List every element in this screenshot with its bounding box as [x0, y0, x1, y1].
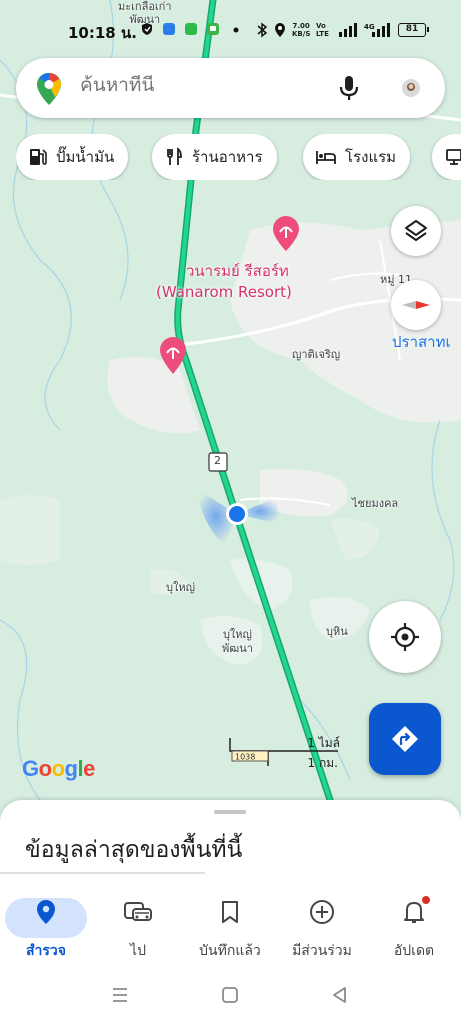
system-navigation-bar — [0, 970, 461, 1024]
map-label-chaimongkol: ไชยมงคล — [352, 497, 399, 510]
sheet-drag-handle[interactable] — [214, 810, 246, 814]
bluetooth-icon — [257, 22, 268, 38]
nav-label-go: ไป — [130, 943, 146, 959]
more-category-icon — [446, 149, 461, 165]
poi-label-resort-thai[interactable]: วนารมย์ รีสอร์ท — [186, 262, 289, 281]
my-location-icon — [391, 623, 419, 651]
recent-apps-icon[interactable] — [110, 986, 130, 1004]
dot-icon — [233, 27, 239, 33]
account-avatar[interactable] — [402, 79, 420, 97]
nav-label-contribute: มีส่วนร่วม — [292, 943, 352, 959]
search-input[interactable] — [80, 75, 320, 97]
google-logo: Google — [22, 756, 95, 781]
scale-miles: 1 ไมล์ — [307, 736, 340, 750]
location-status-icon — [275, 23, 285, 37]
status-time: 10:18 น. — [68, 24, 137, 42]
chip-gas-station[interactable]: ปั๊มน้ำมัน — [16, 134, 129, 180]
volte-indicator: Vo LTE — [316, 22, 329, 38]
sheet-divider — [0, 872, 205, 874]
chip-label: โรงแรม — [345, 148, 397, 166]
layers-icon — [405, 220, 427, 241]
route-shield-label: 1038 — [235, 753, 255, 762]
app-notification-icon — [163, 23, 175, 35]
road-shield-label: 2 — [214, 454, 221, 467]
nav-updates[interactable]: อัปเดต — [368, 892, 460, 966]
nav-label-saved: บันทึกแล้ว — [199, 943, 261, 959]
chip-label: ร้านอาหาร — [192, 148, 263, 166]
battery-icon: 81 — [398, 23, 429, 37]
google-maps-logo-icon — [37, 73, 61, 105]
nav-saved[interactable]: บันทึกแล้ว — [184, 892, 276, 966]
map-label-buyai: บุใหญ่ — [166, 581, 195, 594]
home-icon[interactable] — [220, 986, 240, 1004]
shield-icon — [142, 23, 152, 35]
bottom-navigation: สำรวจ ไป บันทึกแล้ว มีส่วนร่วม อัปเดต — [0, 886, 461, 970]
chip-more[interactable] — [432, 134, 461, 180]
chip-hotel[interactable]: โรงแรม — [303, 134, 411, 180]
go-car-icon — [124, 902, 152, 921]
back-icon[interactable] — [330, 986, 350, 1004]
bell-icon — [404, 902, 424, 923]
gas-station-icon — [30, 149, 47, 165]
scale-bar: 1038 1 ไมล์ 1 กม. — [228, 734, 340, 770]
contribute-plus-icon — [310, 900, 334, 924]
svg-text:4G: 4G — [364, 23, 375, 31]
poi-label-resort-en[interactable]: (Wanarom Resort) — [156, 283, 292, 302]
restaurant-icon — [167, 147, 182, 165]
map-label-prasat[interactable]: ปราสาทเ — [392, 330, 451, 354]
map-label-buhin: บุหิน — [326, 625, 348, 638]
map-label-yatijaroen: ญาติเจริญ — [292, 348, 341, 361]
line-app-icon — [185, 23, 197, 35]
map-label-buyai-pattana: บุใหญ่ พัฒนา — [222, 628, 253, 655]
profile-avatar-icon — [402, 79, 420, 97]
chip-restaurant[interactable]: ร้านอาหาร — [152, 134, 277, 180]
bottom-sheet[interactable]: ข้อมูลล่าสุดของพื้นที่นี้ — [0, 800, 461, 890]
category-chips: ปั๊มน้ำมัน ร้านอาหาร โรงแรม — [16, 134, 461, 180]
hotel-icon — [316, 151, 336, 164]
nav-label-explore: สำรวจ — [26, 943, 66, 959]
search-bar[interactable] — [16, 58, 445, 118]
nav-label-updates: อัปเดต — [393, 943, 435, 959]
nav-go[interactable]: ไป — [92, 892, 184, 966]
layers-button[interactable] — [391, 206, 441, 256]
messages-icon — [207, 23, 219, 35]
nav-contribute[interactable]: มีส่วนร่วม — [276, 892, 368, 966]
compass-button[interactable] — [391, 280, 441, 330]
signal-icon — [339, 23, 357, 37]
status-bar: 10:18 น. 7.00 KB/S Vo LTE 4G 81 — [0, 18, 461, 44]
network-speed: 7.00 KB/S — [292, 22, 311, 38]
microphone-icon[interactable] — [338, 74, 360, 102]
notification-badge — [422, 896, 430, 904]
directions-button[interactable] — [369, 703, 441, 775]
scale-km: 1 กม. — [307, 756, 338, 770]
sheet-title: ข้อมูลล่าสุดของพื้นที่นี้ — [25, 837, 243, 863]
my-location-button[interactable] — [369, 601, 441, 673]
signal-4g-icon: 4G — [364, 23, 390, 37]
compass-icon — [402, 301, 430, 309]
nav-explore[interactable]: สำรวจ — [0, 892, 92, 966]
directions-icon — [392, 726, 418, 752]
bookmark-icon — [222, 901, 238, 923]
chip-label: ปั๊มน้ำมัน — [56, 148, 115, 166]
explore-pin-icon — [37, 900, 55, 924]
